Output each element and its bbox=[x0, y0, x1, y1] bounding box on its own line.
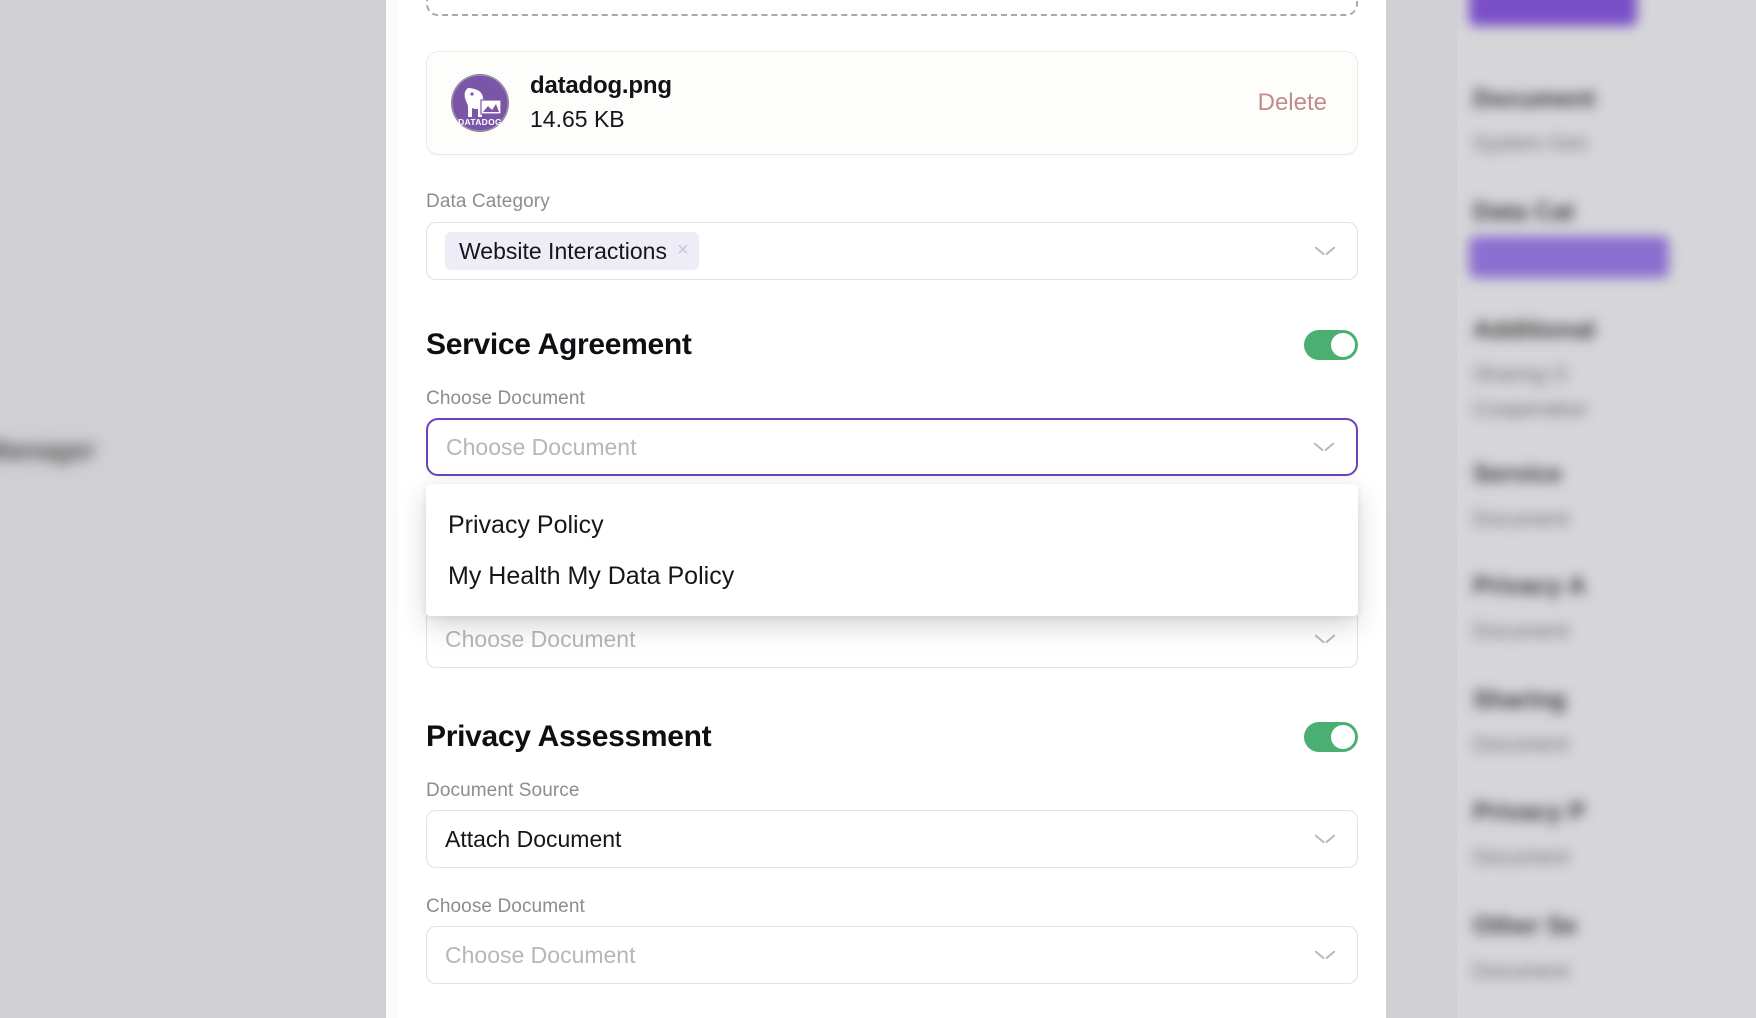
blurred-title-3: Service bbox=[1473, 460, 1562, 488]
chevron-down-icon bbox=[1315, 950, 1335, 961]
dropdown-option-my-health-my-data-policy[interactable]: My Health My Data Policy bbox=[426, 551, 1358, 602]
blurred-title-0: Document bbox=[1473, 85, 1596, 113]
chevron-down-icon bbox=[1315, 834, 1335, 845]
blurred-title-7: Other Se bbox=[1473, 912, 1578, 940]
blurred-title-2: Additional bbox=[1473, 316, 1596, 344]
backdrop-left-overlay: a Manager bbox=[0, 0, 388, 1018]
chip-label: Website Interactions bbox=[459, 237, 667, 264]
delete-file-button[interactable]: Delete bbox=[1252, 85, 1333, 121]
toggle-service-agreement[interactable] bbox=[1304, 330, 1358, 360]
select-value: Attach Document bbox=[445, 825, 622, 852]
blurred-title-4: Privacy A bbox=[1473, 572, 1587, 600]
blurred-sub-7: Document bbox=[1473, 960, 1569, 983]
backdrop-left-panel bbox=[0, 0, 378, 1018]
chevron-down-icon bbox=[1315, 246, 1335, 257]
modal-left-gutter bbox=[386, 0, 398, 1018]
file-upload-dropzone[interactable] bbox=[426, 0, 1358, 16]
blurred-sub-3: Document bbox=[1473, 508, 1569, 531]
backdrop-settings-panel: Document System Gen Data Cat Additional … bbox=[1457, 0, 1756, 1018]
blurred-sub-0: System Gen bbox=[1473, 132, 1589, 155]
file-meta: datadog.png 14.65 KB bbox=[530, 71, 1252, 135]
privacy-assessment-doc-label: Choose Document bbox=[426, 896, 585, 917]
section-title-privacy-assessment: Privacy Assessment bbox=[426, 720, 712, 753]
section-header-service-agreement: Service Agreement bbox=[426, 328, 1358, 362]
toggle-knob bbox=[1331, 725, 1355, 749]
backdrop-right-overlay: Document System Gen Data Cat Additional … bbox=[1386, 0, 1756, 1018]
document-source-label: Document Source bbox=[426, 780, 580, 801]
select-placeholder: Choose Document bbox=[445, 625, 636, 652]
chevron-down-icon bbox=[1315, 634, 1335, 645]
privacy-assessment-document-select[interactable]: Choose Document bbox=[426, 926, 1358, 984]
chevron-down-icon bbox=[1314, 442, 1334, 453]
document-options-dropdown: Privacy Policy My Health My Data Policy bbox=[426, 484, 1358, 616]
datadog-logo-icon: DATADOG bbox=[451, 74, 509, 132]
blurred-sub-4: Document bbox=[1473, 620, 1569, 643]
svg-text:DATADOG: DATADOG bbox=[458, 117, 502, 127]
chip-remove-icon[interactable]: × bbox=[677, 240, 689, 262]
toggle-knob bbox=[1331, 333, 1355, 357]
select-placeholder: Choose Document bbox=[446, 433, 637, 460]
section-title-service-agreement: Service Agreement bbox=[426, 328, 692, 361]
dropdown-option-privacy-policy[interactable]: Privacy Policy bbox=[426, 500, 1358, 551]
blurred-chip-top bbox=[1469, 0, 1637, 26]
blurred-title-1: Data Cat bbox=[1473, 198, 1575, 226]
blurred-breadcrumb-text: a Manager bbox=[0, 435, 96, 465]
data-category-chip[interactable]: Website Interactions × bbox=[445, 232, 699, 270]
uploaded-file-card: DATADOG datadog.png 14.65 KB Delete bbox=[426, 51, 1358, 155]
service-agreement-document-select-2[interactable]: Choose Document bbox=[426, 610, 1358, 668]
document-source-select[interactable]: Attach Document bbox=[426, 810, 1358, 868]
modal-scroll-body: DATADOG datadog.png 14.65 KB Delete Data… bbox=[398, 0, 1386, 1018]
service-agreement-doc-label-1: Choose Document bbox=[426, 388, 585, 409]
file-name: datadog.png bbox=[530, 71, 672, 99]
service-agreement-document-select-1[interactable]: Choose Document bbox=[426, 418, 1358, 476]
document-settings-modal: DATADOG datadog.png 14.65 KB Delete Data… bbox=[386, 0, 1386, 1018]
toggle-privacy-assessment[interactable] bbox=[1304, 722, 1358, 752]
blurred-sub2-2: Cooperation bbox=[1473, 398, 1588, 421]
blurred-chip-1 bbox=[1469, 236, 1669, 278]
blurred-title-6: Privacy P bbox=[1473, 798, 1586, 826]
blurred-sub-2: Sharing O bbox=[1473, 363, 1568, 386]
blurred-title-5: Sharing bbox=[1473, 686, 1567, 714]
section-header-privacy-assessment: Privacy Assessment bbox=[426, 720, 1358, 754]
file-size: 14.65 KB bbox=[530, 105, 625, 132]
data-category-select[interactable]: Website Interactions × bbox=[426, 222, 1358, 280]
blurred-sub-5: Document bbox=[1473, 733, 1569, 756]
data-category-label: Data Category bbox=[426, 191, 550, 212]
blurred-sub-6: Document bbox=[1473, 846, 1569, 869]
select-placeholder: Choose Document bbox=[445, 941, 636, 968]
